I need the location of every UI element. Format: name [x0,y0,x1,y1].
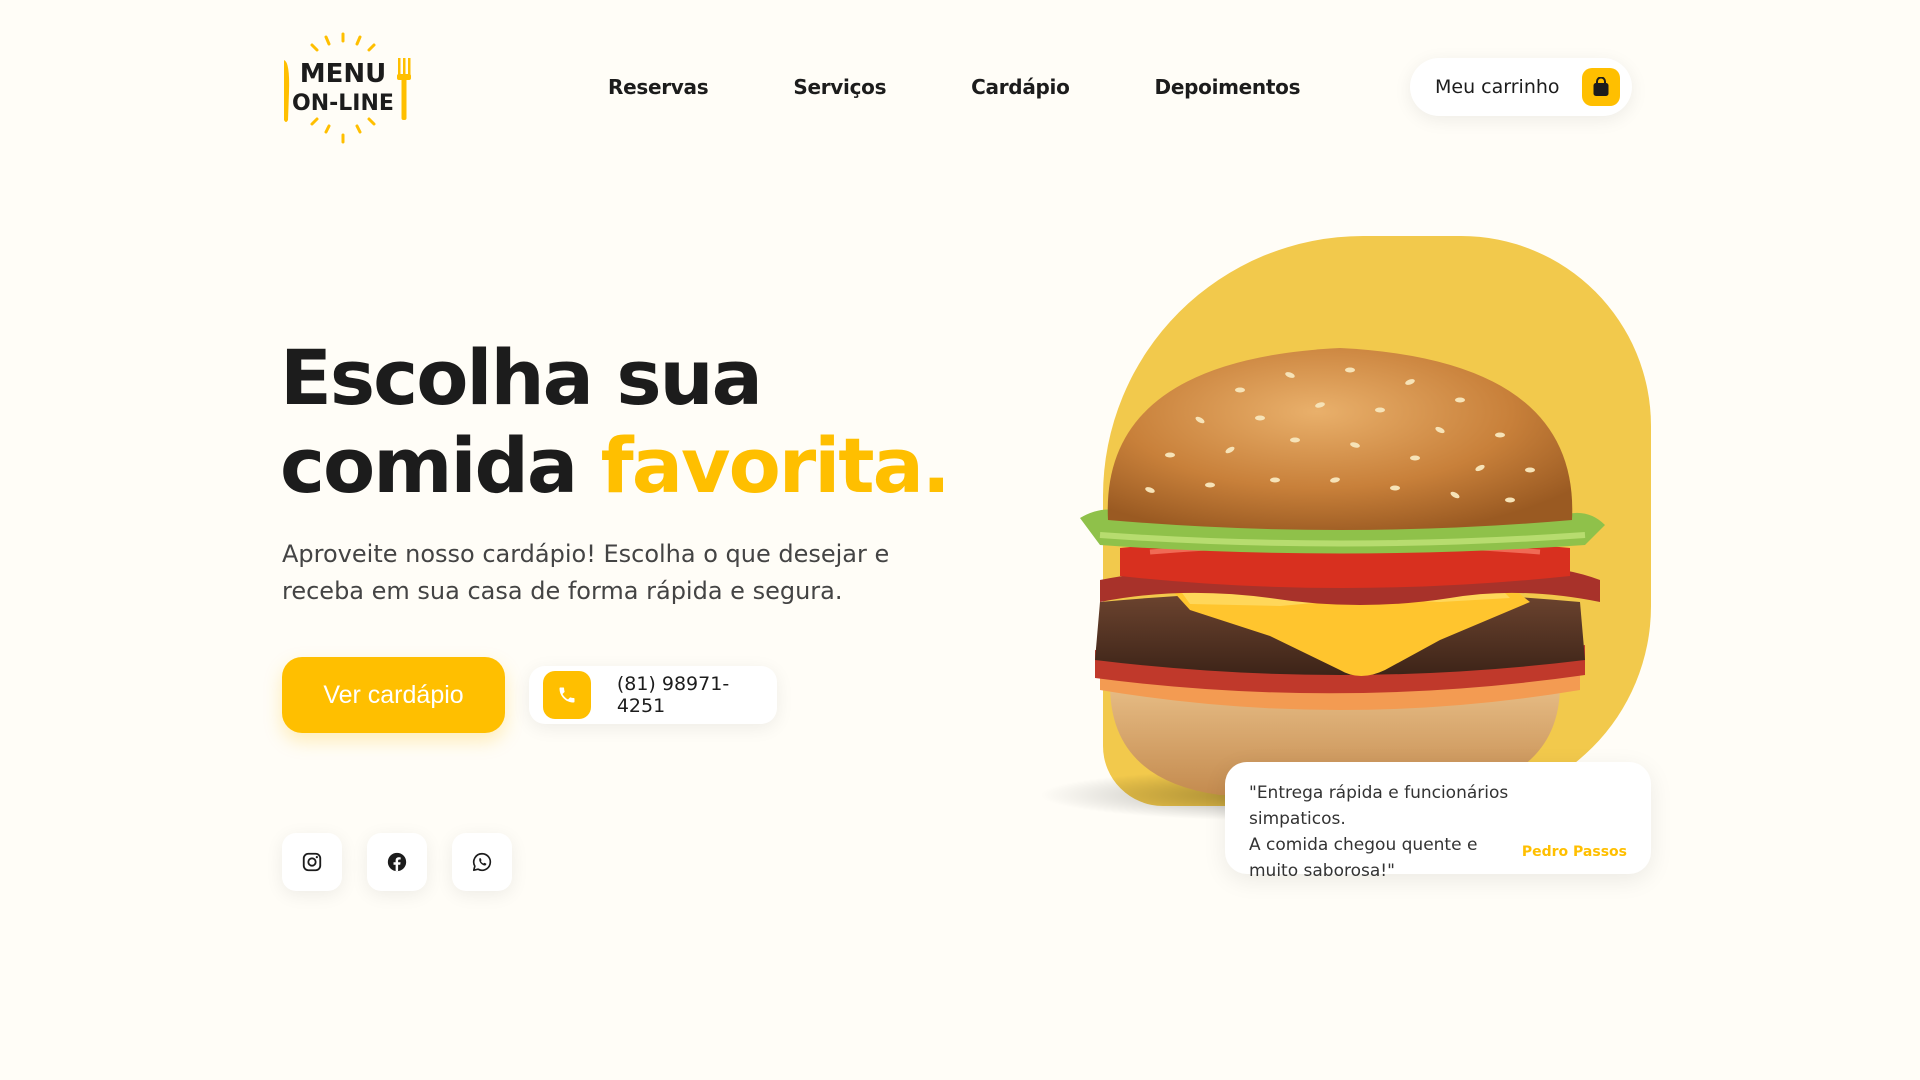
burger-image [1040,340,1640,821]
nav-link-reservas[interactable]: Reservas [608,75,709,99]
nav-link-servicos[interactable]: Serviços [793,75,886,99]
hero-title-accent: favorita. [600,421,951,510]
shopping-bag-icon [1582,68,1620,106]
instagram-icon [302,852,322,872]
testimonial-line1: "Entrega rápida e funcionários simpatico… [1249,783,1509,829]
testimonial-author: Pedro Passos [1521,844,1627,860]
cart-button[interactable]: Meu carrinho [1410,58,1632,116]
social-links [282,833,537,891]
testimonial-card: "Entrega rápida e funcionários simpatico… [1225,762,1651,881]
landing-page: MENU ON-LINE Reservas Serviços Cardápio … [0,0,1920,1080]
cart-label: Meu carrinho [1435,76,1560,98]
testimonial-line2: A comida chegou quente e [1249,835,1478,855]
hero-subtitle: Aproveite nosso cardápio! Escolha o que … [282,536,922,610]
main-nav: Reservas Serviços Cardápio Depoimentos [608,72,1300,102]
whatsapp-link[interactable] [452,833,512,891]
logo-text-line1: MENU [300,59,387,89]
hero-subtitle-line1: Aproveite nosso cardápio! Escolha o que … [282,540,890,568]
hero-title-part1: Escolha sua [280,333,763,422]
hero-title: Escolha sua comida favorita. [280,334,980,510]
testimonial-line3: muito saborosa!" [1249,861,1395,881]
testimonial-quote: "Entrega rápida e funcionários simpatico… [1249,780,1609,884]
logo-text-line2: ON-LINE [292,91,394,116]
hero-subtitle-line2: receba em sua casa de forma rápida e seg… [282,577,843,605]
whatsapp-icon [472,852,492,872]
nav-link-depoimentos[interactable]: Depoimentos [1155,75,1301,99]
phone-number: (81) 98971-4251 [616,673,730,717]
nav-link-cardapio[interactable]: Cardápio [971,75,1070,99]
brand-logo[interactable]: MENU ON-LINE [276,32,411,144]
hero-title-part2: comida [280,421,578,510]
phone-contact[interactable]: (81) 98971-4251 [529,666,777,724]
facebook-link[interactable] [367,833,427,891]
view-menu-button[interactable]: Ver cardápio [282,657,505,733]
facebook-icon [387,852,407,872]
phone-icon [543,671,591,719]
instagram-link[interactable] [282,833,342,891]
